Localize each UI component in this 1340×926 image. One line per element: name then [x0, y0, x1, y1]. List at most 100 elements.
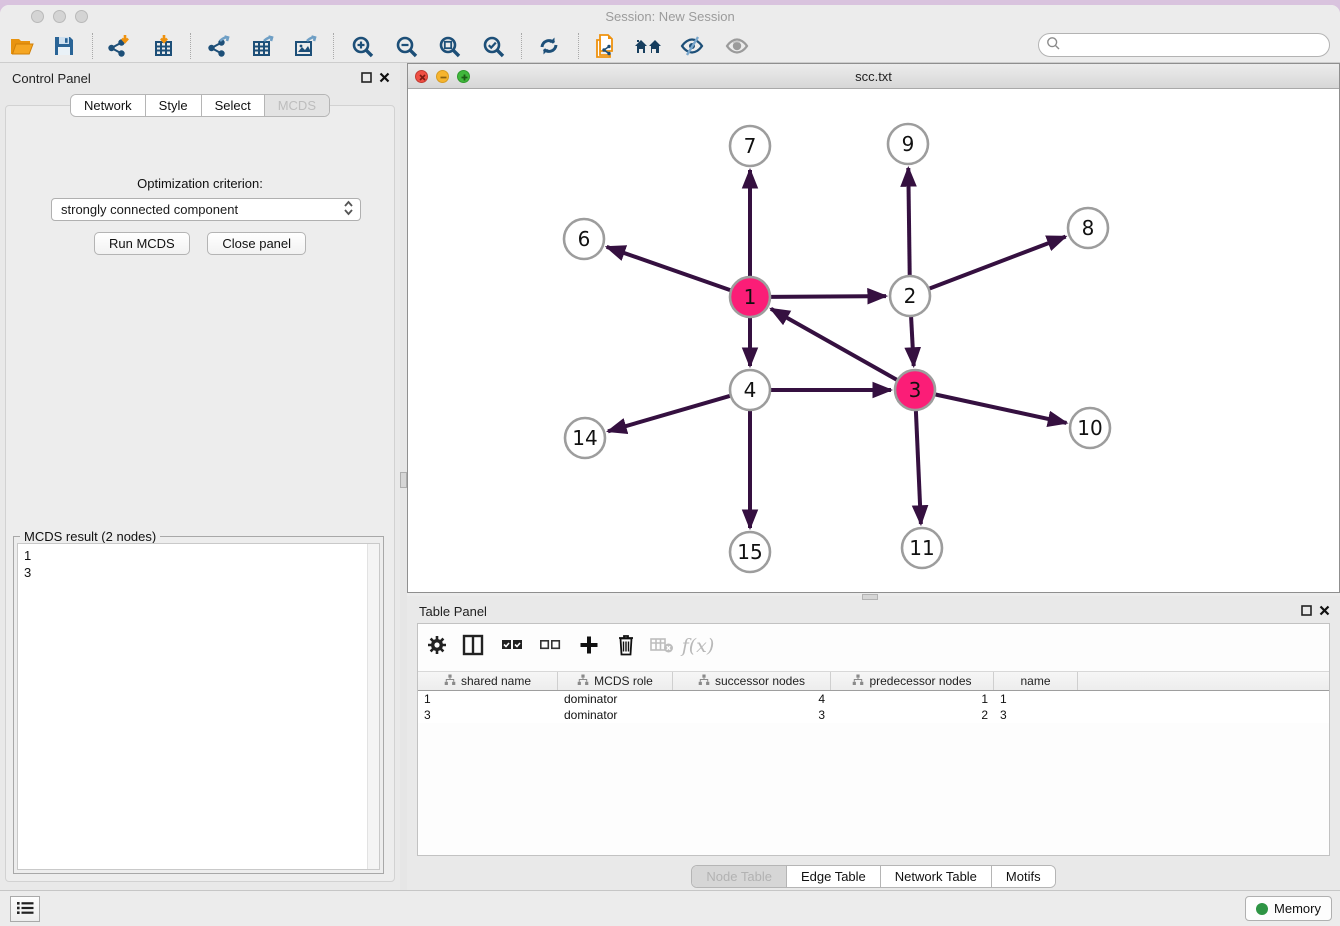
node-11[interactable]: 11 — [902, 528, 942, 568]
edge-3-11[interactable] — [916, 411, 921, 524]
node-2[interactable]: 2 — [890, 276, 930, 316]
optimization-criterion-label: Optimization criterion: — [6, 176, 394, 191]
edge-2-9[interactable] — [908, 168, 909, 275]
float-table-panel-icon[interactable] — [1301, 604, 1312, 619]
apply-layout-button[interactable] — [533, 31, 565, 61]
svg-text:7: 7 — [744, 134, 757, 158]
node-14[interactable]: 14 — [565, 418, 605, 458]
table-cell[interactable]: 1 — [994, 692, 1078, 706]
zoom-in-button[interactable] — [346, 31, 378, 61]
node-4[interactable]: 4 — [730, 370, 770, 410]
save-session-button[interactable] — [48, 31, 80, 61]
clone-network-button[interactable] — [589, 31, 621, 61]
deselect-all-rows-button[interactable] — [534, 630, 566, 662]
mcds-result-textarea[interactable]: 1 3 — [17, 543, 380, 870]
criterion-dropdown[interactable]: strongly connected component — [51, 198, 361, 221]
edge-2-8[interactable] — [930, 237, 1066, 289]
table-tab-network-table[interactable]: Network Table — [881, 866, 992, 887]
table-tab-motifs[interactable]: Motifs — [992, 866, 1055, 887]
float-panel-icon[interactable] — [361, 71, 372, 86]
memory-button[interactable]: Memory — [1245, 896, 1332, 921]
table-header-row: shared nameMCDS rolesuccessor nodesprede… — [418, 671, 1329, 691]
node-1[interactable]: 1 — [730, 277, 770, 317]
edge-3-1[interactable] — [771, 309, 897, 380]
column-header-shared-name[interactable]: shared name — [418, 672, 558, 690]
table-cell[interactable]: 3 — [418, 708, 558, 722]
tab-group: NetworkStyleSelectMCDS — [70, 94, 330, 117]
search-field[interactable] — [1038, 33, 1330, 57]
toggle-column-view-button[interactable] — [457, 630, 489, 662]
edge-2-3[interactable] — [911, 317, 914, 366]
result-scrollbar[interactable] — [367, 544, 379, 869]
task-history-button[interactable] — [10, 896, 40, 922]
function-builder-button[interactable]: f(x) — [682, 630, 714, 662]
import-table-button[interactable] — [148, 31, 180, 61]
hide-panel-button[interactable] — [676, 31, 708, 61]
node-15[interactable]: 15 — [730, 532, 770, 572]
table-cell[interactable]: 1 — [418, 692, 558, 706]
toolbar-separator — [333, 33, 334, 59]
horizontal-splitter-handle[interactable] — [862, 594, 878, 600]
table-cell[interactable]: dominator — [558, 692, 673, 706]
edge-4-14[interactable] — [608, 396, 730, 431]
toolbar-separator — [521, 33, 522, 59]
tab-select[interactable]: Select — [202, 95, 265, 116]
close-table-panel-icon[interactable] — [1319, 604, 1330, 619]
search-input[interactable] — [1061, 38, 1329, 52]
delete-table-button[interactable] — [646, 630, 678, 662]
network-window-titlebar[interactable]: scc.txt — [408, 64, 1339, 89]
table-cell[interactable]: 3 — [994, 708, 1078, 722]
edge-1-2[interactable] — [771, 296, 886, 297]
import-network-button[interactable] — [102, 31, 134, 61]
node-8[interactable]: 8 — [1068, 208, 1108, 248]
splitter-handle[interactable] — [400, 472, 407, 488]
table-row[interactable]: 1dominator411 — [418, 691, 1329, 707]
run-mcds-button[interactable]: Run MCDS — [94, 232, 190, 255]
table-tab-node-table[interactable]: Node Table — [692, 866, 787, 887]
node-10[interactable]: 10 — [1070, 408, 1110, 448]
open-session-button[interactable] — [6, 31, 38, 61]
network-canvas[interactable]: 7 9 6 8 1 2 4 3 14 10 15 11 — [408, 89, 1339, 592]
zoom-fit-button[interactable] — [433, 31, 465, 61]
tab-mcds[interactable]: MCDS — [265, 95, 329, 116]
table-cell[interactable]: 2 — [831, 708, 994, 722]
export-network-button[interactable] — [202, 31, 234, 61]
tab-style[interactable]: Style — [146, 95, 202, 116]
svg-text:9: 9 — [902, 132, 915, 156]
zoom-selected-button[interactable] — [477, 31, 509, 61]
node-9[interactable]: 9 — [888, 124, 928, 164]
svg-text:11: 11 — [909, 536, 934, 560]
table-cell[interactable]: 3 — [673, 708, 831, 722]
export-image-button[interactable] — [289, 31, 321, 61]
show-panel-button[interactable] — [721, 31, 753, 61]
main-toolbar — [0, 29, 1340, 63]
edge-1-6[interactable] — [607, 247, 731, 290]
fx-icon: f(x) — [682, 635, 715, 657]
plus-icon — [578, 634, 600, 659]
export-table-button[interactable] — [246, 31, 278, 61]
node-7[interactable]: 7 — [730, 126, 770, 166]
delete-column-button[interactable] — [610, 630, 642, 662]
node-6[interactable]: 6 — [564, 219, 604, 259]
tab-network[interactable]: Network — [71, 95, 146, 116]
table-cell[interactable]: 4 — [673, 692, 831, 706]
table-tab-edge-table[interactable]: Edge Table — [787, 866, 881, 887]
table-panel-header: Table Panel — [407, 596, 1340, 626]
add-column-button[interactable] — [573, 630, 605, 662]
zoom-out-button[interactable] — [390, 31, 422, 61]
select-all-rows-button[interactable] — [496, 630, 528, 662]
column-header-predecessor-nodes[interactable]: predecessor nodes — [831, 672, 994, 690]
table-row[interactable]: 3dominator323 — [418, 707, 1329, 723]
table-settings-button[interactable] — [421, 630, 453, 662]
close-panel-button[interactable]: Close panel — [207, 232, 306, 255]
table-cell[interactable]: dominator — [558, 708, 673, 722]
column-header-successor-nodes[interactable]: successor nodes — [673, 672, 831, 690]
table-cell[interactable]: 1 — [831, 692, 994, 706]
vertical-splitter[interactable] — [400, 63, 407, 890]
node-3[interactable]: 3 — [895, 370, 935, 410]
column-header-name[interactable]: name — [994, 672, 1078, 690]
open-app-store-button[interactable] — [632, 31, 664, 61]
column-header-MCDS-role[interactable]: MCDS role — [558, 672, 673, 690]
edge-3-10[interactable] — [936, 395, 1067, 423]
close-panel-icon[interactable] — [379, 71, 390, 86]
